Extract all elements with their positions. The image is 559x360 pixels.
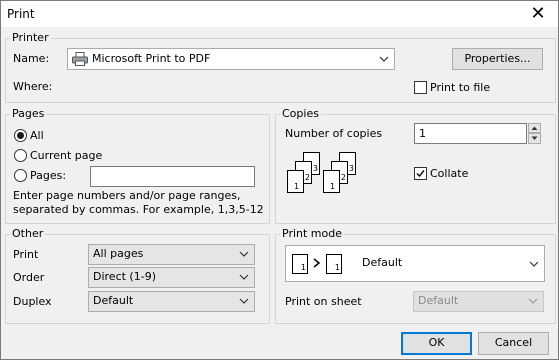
close-icon[interactable]: ✕: [526, 4, 550, 24]
other-group-label: Other: [10, 227, 46, 241]
mode-source-page: 1: [292, 254, 308, 274]
print-mode-select[interactable]: 1 1 Default: [285, 245, 545, 282]
spin-down-icon[interactable]: [528, 133, 541, 144]
chevron-down-icon: [528, 294, 538, 308]
collate-page-1: 1: [323, 170, 340, 193]
printer-name-select[interactable]: Microsoft Print to PDF: [67, 48, 395, 70]
pages-group-label: Pages: [10, 107, 47, 121]
print-to-file-checkbox[interactable]: [414, 81, 427, 94]
chevron-down-icon: [529, 257, 539, 271]
copies-spinner[interactable]: [528, 123, 541, 144]
chevron-down-icon: [239, 247, 249, 261]
page-range-hint-line1: Enter page numbers and/or page ranges,: [13, 189, 241, 202]
name-label: Name:: [13, 52, 50, 65]
print-on-sheet-label: Print on sheet: [285, 295, 362, 308]
print-range-select[interactable]: All pages: [88, 244, 255, 265]
printer-name-value: Microsoft Print to PDF: [92, 52, 211, 65]
order-select[interactable]: Direct (1-9): [88, 267, 255, 288]
duplex-select[interactable]: Default: [88, 291, 255, 312]
chevron-down-icon: [379, 52, 389, 66]
spin-up-icon[interactable]: [528, 123, 541, 133]
current-page-label: Current page: [30, 149, 103, 162]
print-mode-value: Default: [362, 256, 403, 269]
window-title: Print: [7, 7, 35, 21]
arrow-right-icon: [312, 256, 322, 273]
collate-page-1: 1: [287, 170, 304, 193]
print-on-sheet-select: Default: [413, 291, 544, 312]
mode-target-page: 1: [326, 254, 342, 274]
collate-label: Collate: [430, 167, 469, 180]
ok-button[interactable]: OK: [401, 332, 472, 355]
properties-button[interactable]: Properties...: [452, 48, 543, 70]
number-of-copies-label: Number of copies: [285, 127, 383, 140]
chevron-down-icon: [239, 294, 249, 308]
print-mode-icon: 1 1: [292, 254, 352, 274]
print-label: Print: [13, 248, 39, 261]
collate-checkbox[interactable]: [414, 167, 427, 180]
chevron-down-icon: [239, 270, 249, 284]
page-range-input[interactable]: [90, 166, 255, 187]
duplex-label: Duplex: [13, 295, 52, 308]
print-dialog: Print ✕ Printer Name: Microsoft Print to…: [0, 0, 559, 360]
page-range-hint-line2: separated by commas. For example, 1,3,5-…: [13, 203, 264, 216]
page-range-radio[interactable]: [14, 169, 27, 182]
all-pages-label: All: [30, 129, 44, 142]
cancel-button[interactable]: Cancel: [478, 332, 549, 355]
print-to-file-label: Print to file: [430, 81, 491, 94]
where-label: Where:: [13, 80, 53, 93]
collate-illustration: 3 2 1 3 2 1: [287, 152, 359, 207]
current-page-radio[interactable]: [14, 149, 27, 162]
copies-group-label: Copies: [280, 107, 321, 121]
title-bar[interactable]: Print ✕: [1, 1, 558, 27]
printer-group-label: Printer: [10, 31, 51, 45]
copies-value: 1: [419, 127, 426, 140]
printer-icon: [72, 52, 88, 66]
all-pages-radio[interactable]: [14, 129, 27, 142]
copies-input[interactable]: 1: [414, 123, 527, 144]
print-mode-group-label: Print mode: [280, 227, 344, 241]
page-range-label: Pages:: [30, 169, 67, 182]
order-label: Order: [13, 271, 45, 284]
